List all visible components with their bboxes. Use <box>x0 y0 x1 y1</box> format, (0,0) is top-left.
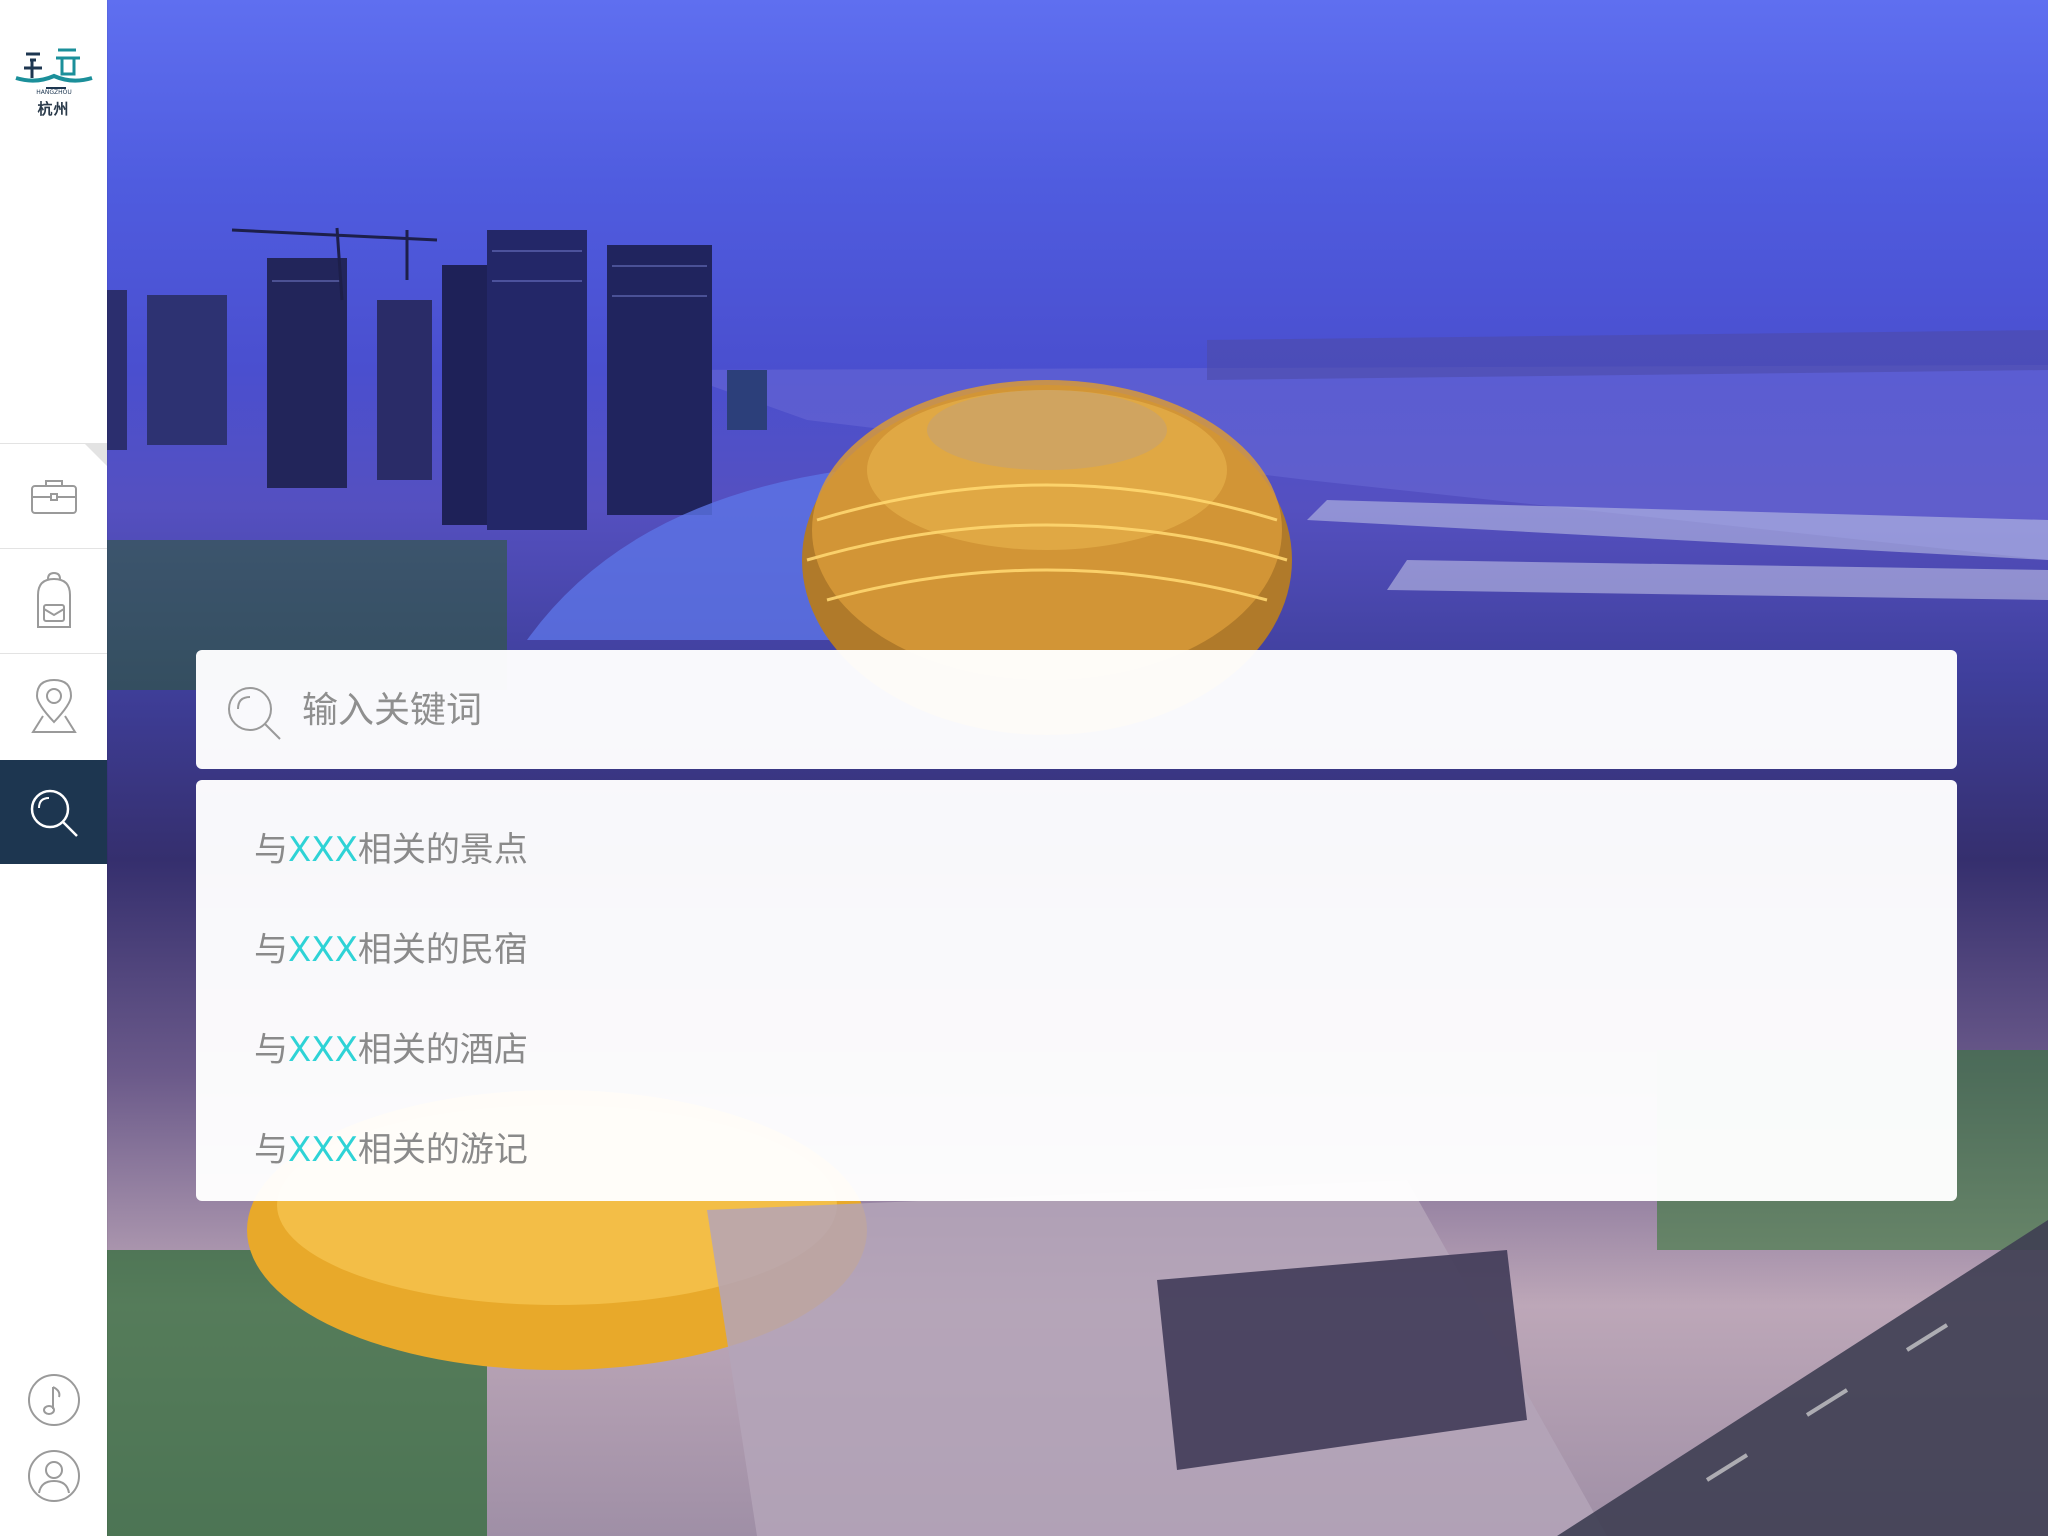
logo-text: 杭州 <box>37 100 70 118</box>
briefcase-icon <box>30 479 77 514</box>
sidebar-item-location[interactable] <box>0 653 107 757</box>
hangzhou-logo[interactable]: HANGZHOU 杭州 <box>0 40 107 140</box>
sidebar-item-backpack[interactable] <box>0 548 107 652</box>
suggestion-prefix: 与 <box>254 1130 288 1170</box>
user-button[interactable] <box>26 1448 82 1504</box>
search-bar <box>196 650 1957 769</box>
suggestion-keyword: XXX <box>288 830 358 870</box>
suggestion-keyword: XXX <box>288 1130 358 1170</box>
backpack-icon <box>36 571 71 628</box>
search-suggestions: 与XXX相关的景点 与XXX相关的民宿 与XXX相关的酒店 与XXX相关的游记 <box>196 780 1957 1201</box>
sidebar-item-briefcase[interactable] <box>0 443 107 547</box>
suggestion-item-attractions[interactable]: 与XXX相关的景点 <box>254 820 528 880</box>
suggestion-suffix: 相关的酒店 <box>357 1030 528 1070</box>
logo-subtext: HANGZHOU <box>36 89 72 96</box>
corner-fold-decoration <box>85 444 107 466</box>
music-button[interactable] <box>26 1372 82 1428</box>
search-input[interactable] <box>300 672 1904 748</box>
search-icon <box>30 789 78 837</box>
logo-mark-icon: HANGZHOU <box>14 48 93 96</box>
suggestion-prefix: 与 <box>254 1030 288 1070</box>
music-note-icon <box>28 1374 80 1426</box>
user-icon <box>28 1450 80 1502</box>
suggestion-item-hotels[interactable]: 与XXX相关的酒店 <box>254 1020 528 1080</box>
search-icon <box>228 687 281 740</box>
sidebar: HANGZHOU 杭州 <box>0 0 107 1536</box>
suggestion-suffix: 相关的景点 <box>357 830 528 870</box>
suggestion-suffix: 相关的民宿 <box>357 930 528 970</box>
suggestion-suffix: 相关的游记 <box>357 1130 528 1170</box>
suggestion-item-homestays[interactable]: 与XXX相关的民宿 <box>254 920 528 980</box>
suggestion-item-travelogues[interactable]: 与XXX相关的游记 <box>254 1120 528 1180</box>
app-root: HANGZHOU 杭州 输入关键词 与XXX相关的景点 与XXX相关的民宿 与X… <box>0 0 2048 1536</box>
suggestion-prefix: 与 <box>254 830 288 870</box>
suggestion-keyword: XXX <box>288 930 358 970</box>
suggestion-prefix: 与 <box>254 930 288 970</box>
sidebar-item-search[interactable] <box>0 760 107 864</box>
suggestion-keyword: XXX <box>288 1030 358 1070</box>
map-pin-icon <box>30 678 77 733</box>
